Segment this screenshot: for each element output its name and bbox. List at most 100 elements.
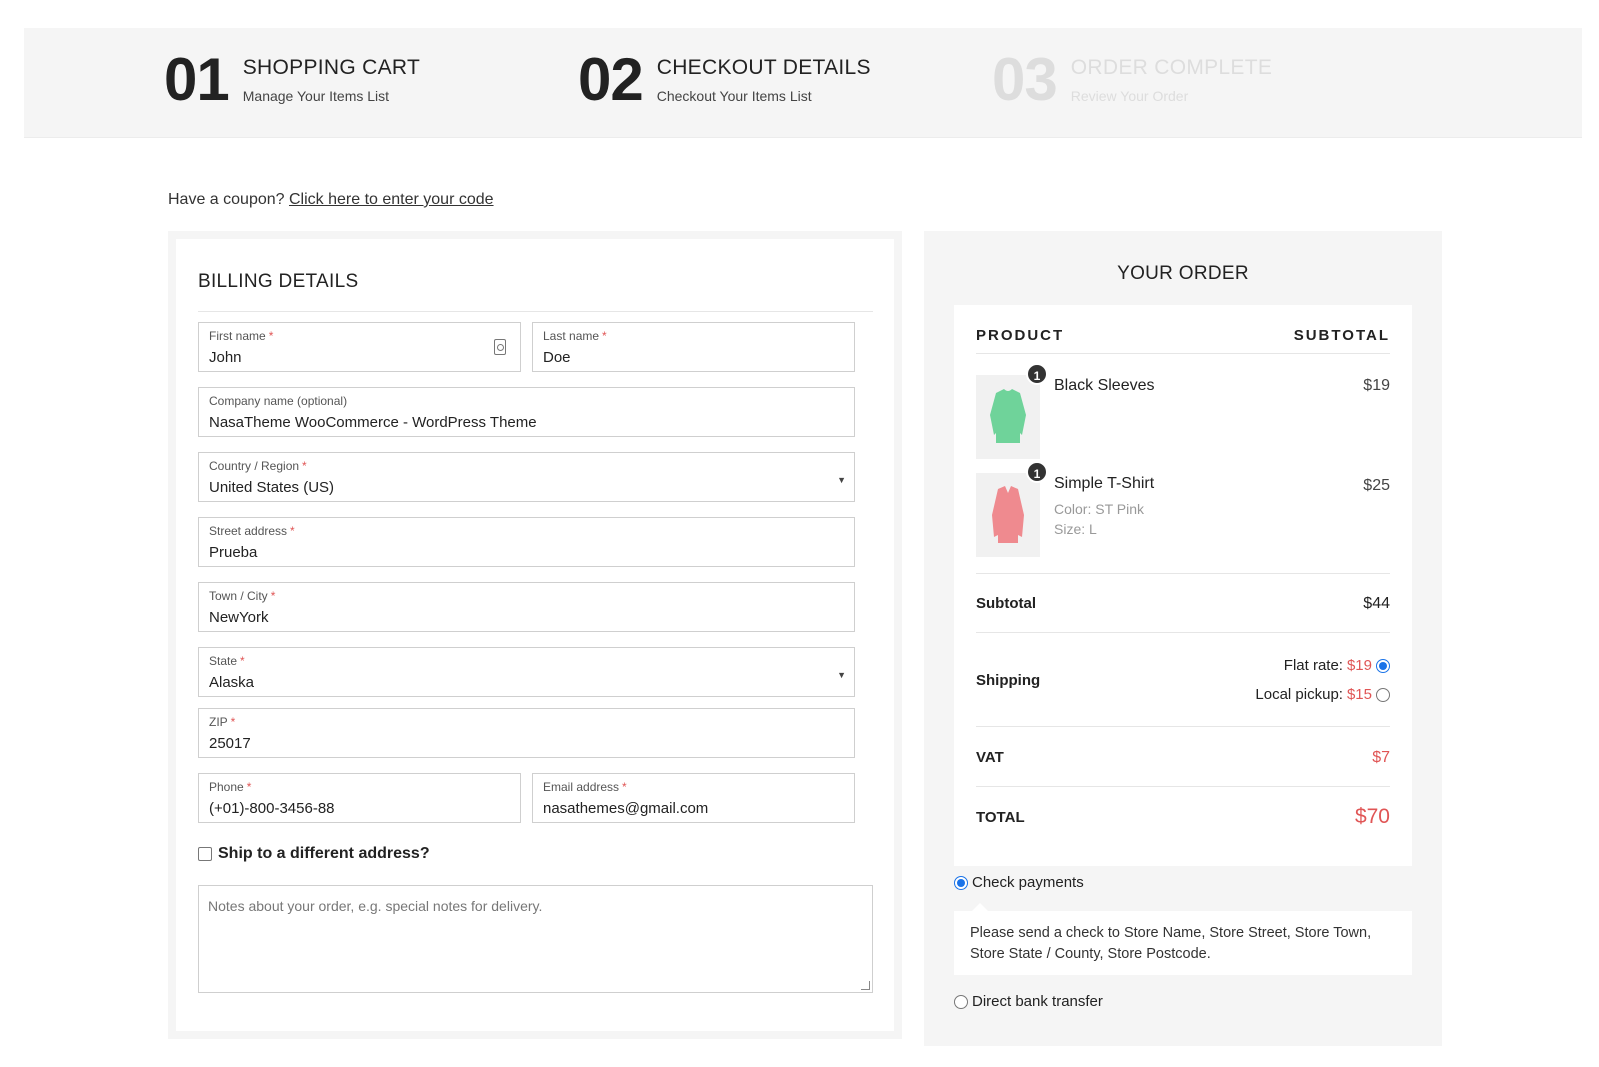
required-mark: * (268, 329, 274, 343)
step-order-complete: 03 ORDER COMPLETE Review Your Order (992, 50, 1272, 110)
sweater-image (990, 389, 1026, 443)
required-mark: * (302, 459, 307, 473)
step-title: CHECKOUT DETAILS (656, 56, 871, 79)
last-name-label: Last name (543, 329, 600, 343)
product-thumbnail[interactable] (976, 375, 1040, 459)
street-label: Street address (209, 524, 288, 538)
meta-label: Color: (1054, 501, 1092, 517)
vat-label: VAT (976, 749, 1004, 766)
contact-card-icon[interactable] (494, 339, 506, 355)
divider (198, 311, 873, 312)
subtotal-value: $44 (1363, 595, 1390, 612)
order-notes-textarea[interactable]: Notes about your order, e.g. special not… (198, 885, 873, 993)
ship-different-label: Ship to a different address? (218, 845, 430, 862)
step-subtitle: Manage Your Items List (242, 88, 390, 104)
billing-form: BILLING DETAILS First name* Last name* C… (176, 239, 894, 1031)
shipping-option-local-pickup[interactable]: Local pickup: $15 (1255, 686, 1390, 703)
payment-option-label: Check payments (972, 874, 1084, 891)
zip-input[interactable] (209, 735, 814, 752)
radio-selected-icon[interactable] (1376, 658, 1390, 673)
email-input[interactable] (543, 800, 814, 817)
city-label: Town / City (209, 589, 268, 603)
product-name[interactable]: Simple T-Shirt (1054, 475, 1154, 493)
step-title: ORDER COMPLETE (1070, 56, 1273, 79)
country-select[interactable]: Country / Region * United States (US) ▼ (198, 452, 855, 502)
shipping-option-price: $15 (1346, 686, 1372, 703)
payment-description: Please send a check to Store Name, Store… (954, 903, 1412, 975)
step-subtitle: Review Your Order (1070, 88, 1189, 104)
meta-label: Size: (1054, 521, 1086, 537)
phone-input[interactable] (209, 800, 480, 817)
required-mark: * (602, 329, 607, 343)
product-thumbnail[interactable] (976, 473, 1040, 557)
product-price: $19 (1363, 377, 1390, 394)
radio-icon[interactable] (1376, 687, 1390, 702)
shipping-option-flat-rate[interactable]: Flat rate: $19 (1284, 657, 1390, 674)
country-label: Country / Region (209, 459, 300, 473)
order-summary: PRODUCT SUBTOTAL 1 Black Sleeves $19 1 S… (954, 305, 1412, 866)
email-field[interactable]: Email address * (532, 773, 855, 823)
required-mark: * (230, 715, 236, 729)
required-mark: * (622, 780, 627, 794)
order-title: YOUR ORDER (1117, 263, 1249, 284)
first-name-field[interactable]: First name * (198, 322, 521, 372)
shipping-option-price: $19 (1346, 657, 1372, 674)
first-name-label: First name (209, 329, 266, 343)
phone-field[interactable]: Phone * (198, 773, 521, 823)
coupon-notice: Have a coupon? Click here to enter your … (168, 191, 494, 209)
step-title: SHOPPING CART (242, 56, 421, 79)
divider (976, 786, 1390, 787)
divider (976, 632, 1390, 633)
chevron-down-icon: ▼ (837, 475, 846, 485)
step-number: 02 (578, 46, 644, 113)
state-value: Alaska (209, 674, 255, 691)
divider (976, 353, 1390, 354)
payment-option-label: Direct bank transfer (972, 993, 1103, 1010)
city-input[interactable] (209, 609, 814, 626)
street-field[interactable]: Street address * (198, 517, 855, 567)
shirt-image (992, 486, 1024, 543)
last-name-field[interactable]: Last name * (532, 322, 855, 372)
shipping-option-label: Flat rate: (1283, 657, 1343, 674)
street-input[interactable] (209, 544, 814, 561)
payment-option-check[interactable]: Check payments (954, 874, 1084, 891)
billing-panel: BILLING DETAILS First name* Last name* C… (168, 231, 902, 1039)
shipping-option-label: Local pickup: (1255, 686, 1343, 703)
radio-selected-icon[interactable] (954, 875, 968, 890)
vat-value: $7 (1372, 749, 1390, 766)
required-mark: * (246, 780, 252, 794)
zip-field[interactable]: ZIP * (198, 708, 855, 758)
product-name[interactable]: Black Sleeves (1054, 377, 1155, 395)
product-price: $25 (1363, 477, 1390, 494)
coupon-link[interactable]: Click here to enter your code (289, 191, 494, 208)
company-input[interactable] (209, 414, 814, 431)
step-subtitle: Checkout Your Items List (656, 88, 812, 104)
meta-value: L (1089, 521, 1097, 537)
resize-handle-icon[interactable] (861, 981, 870, 990)
step-checkout-details[interactable]: 02 CHECKOUT DETAILS Checkout Your Items … (578, 50, 871, 110)
product-color: Color: ST Pink (1054, 501, 1144, 517)
payment-option-bank-transfer[interactable]: Direct bank transfer (954, 993, 1103, 1010)
last-name-input[interactable] (543, 349, 814, 366)
email-label: Email address (543, 780, 620, 794)
company-field[interactable]: Company name (optional) (198, 387, 855, 437)
radio-icon[interactable] (954, 994, 968, 1009)
divider (976, 726, 1390, 727)
step-shopping-cart[interactable]: 01 SHOPPING CART Manage Your Items List (164, 50, 420, 110)
step-number: 01 (164, 46, 230, 113)
first-name-input[interactable] (209, 349, 480, 366)
shipping-label: Shipping (976, 672, 1041, 689)
col-subtotal: SUBTOTAL (1293, 327, 1390, 344)
required-mark: * (290, 524, 295, 538)
subtotal-label: Subtotal (976, 595, 1036, 612)
ship-different-checkbox[interactable]: Ship to a different address? (198, 845, 430, 863)
state-label: State (209, 654, 238, 668)
quantity-badge: 1 (1026, 461, 1048, 483)
step-number: 03 (992, 46, 1058, 113)
checkbox-box[interactable] (198, 847, 212, 861)
order-table-header: PRODUCT SUBTOTAL (976, 327, 1390, 344)
checkout-steps: 01 SHOPPING CART Manage Your Items List … (24, 28, 1582, 138)
city-field[interactable]: Town / City * (198, 582, 855, 632)
coupon-prompt: Have a coupon? (168, 191, 285, 208)
state-select[interactable]: State * Alaska ▼ (198, 647, 855, 697)
